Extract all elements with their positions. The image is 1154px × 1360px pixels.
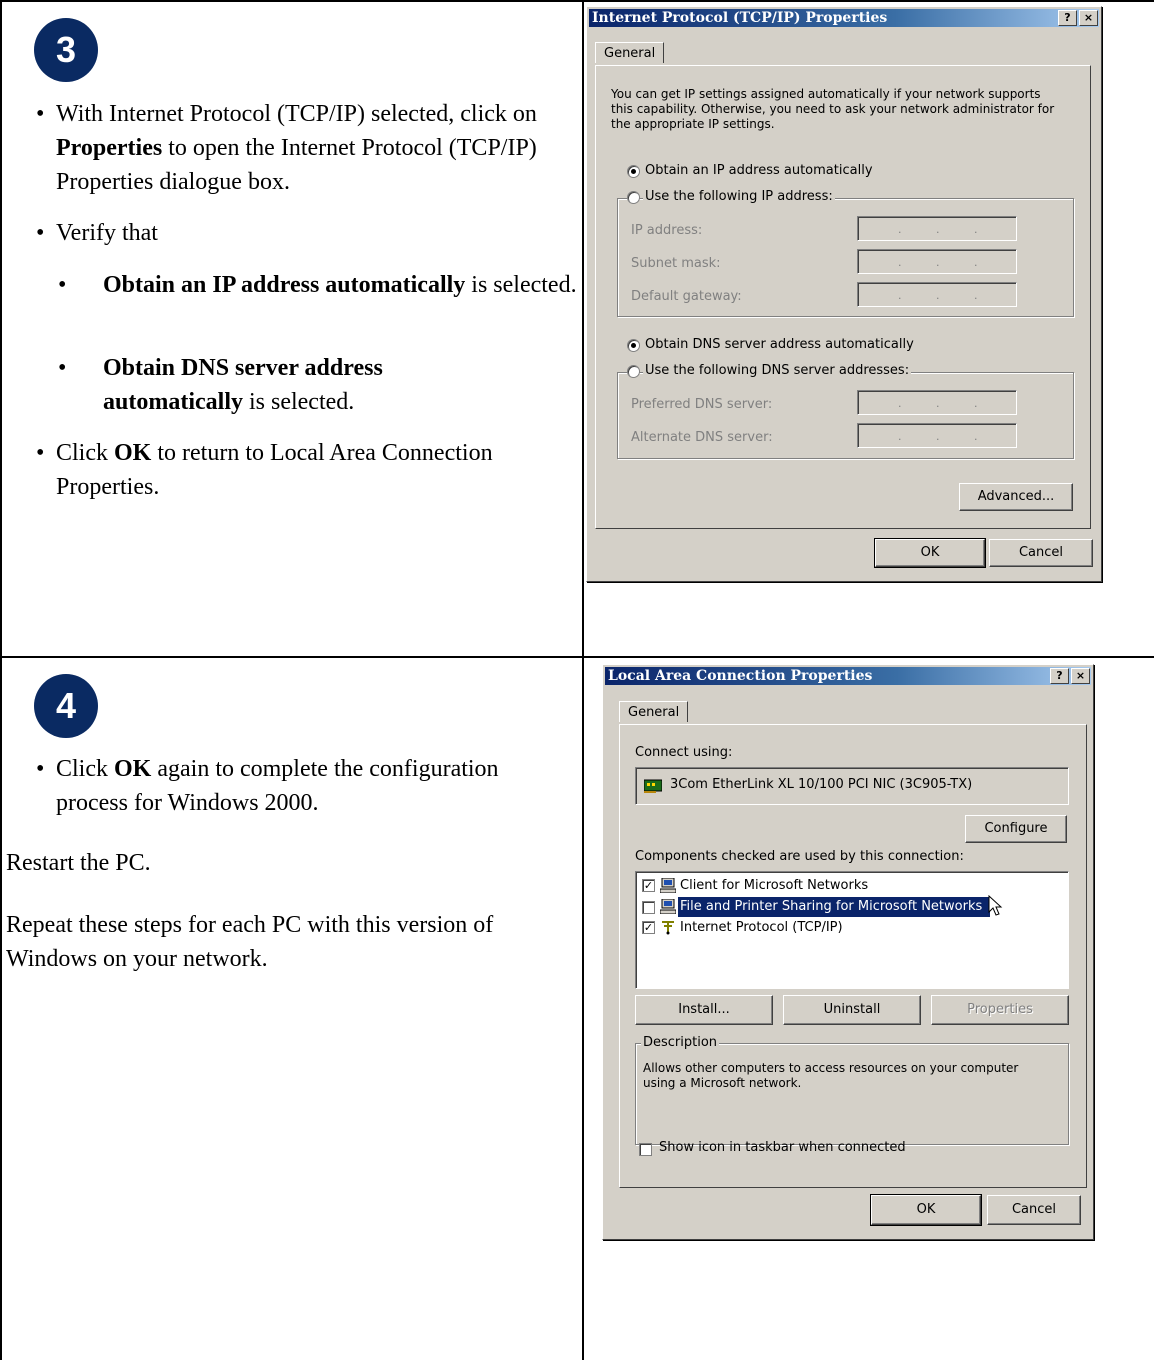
uninstall-button[interactable]: Uninstall [783, 995, 921, 1025]
tab-general[interactable]: General [595, 42, 665, 63]
components-label: Components checked are used by this conn… [635, 849, 964, 864]
network-adapter-icon [644, 779, 662, 793]
ip-address-field[interactable]: ... [857, 216, 1017, 241]
component-checkbox[interactable]: ✓ [642, 879, 655, 892]
adapter-box: 3Com EtherLink XL 10/100 PCI NIC (3C905-… [635, 767, 1069, 805]
default-gateway-field[interactable]: ... [857, 282, 1017, 307]
description-group [635, 1043, 1069, 1145]
protocol-icon [662, 921, 674, 935]
preferred-dns-label: Preferred DNS server: [631, 397, 773, 412]
install-button[interactable]: Install... [635, 995, 773, 1025]
component-label[interactable]: Client for Microsoft Networks [680, 878, 868, 893]
step-number-badge: 3 [34, 18, 98, 82]
step3-sub-bullet-ip: • Obtain an IP address automatically is … [58, 272, 577, 298]
component-label[interactable]: File and Printer Sharing for Microsoft N… [680, 899, 982, 914]
step3-bullet-verify: • Verify that [36, 220, 158, 246]
adapter-name: 3Com EtherLink XL 10/100 PCI NIC (3C905-… [670, 777, 973, 792]
connect-using-label: Connect using: [635, 745, 733, 760]
tab-general[interactable]: General [619, 701, 689, 722]
radio-obtain-dns-auto-label[interactable]: Obtain DNS server address automatically [645, 337, 914, 352]
mouse-cursor-icon [988, 895, 1003, 916]
component-checkbox[interactable] [642, 901, 655, 914]
preferred-dns-field[interactable]: ... [857, 390, 1017, 415]
default-gateway-label: Default gateway: [631, 289, 742, 304]
table-row-divider [0, 656, 1154, 658]
radio-use-static-dns[interactable] [627, 365, 640, 378]
table-border-left [0, 0, 2, 1360]
ok-button[interactable]: OK [874, 538, 986, 568]
close-button[interactable]: × [1071, 668, 1090, 684]
alternate-dns-label: Alternate DNS server: [631, 430, 773, 445]
radio-obtain-dns-auto[interactable] [627, 339, 640, 352]
step-number-badge: 4 [34, 674, 98, 738]
close-button[interactable]: × [1079, 10, 1098, 26]
radio-obtain-ip-auto-label[interactable]: Obtain an IP address automatically [645, 163, 873, 178]
table-border-top [0, 0, 1154, 2]
radio-obtain-ip-auto[interactable] [627, 165, 640, 178]
step3-bullet-properties: • With Internet Protocol (TCP/IP) select… [36, 101, 537, 195]
show-icon-checkbox[interactable] [639, 1143, 652, 1156]
step4-restart-text: Restart the PC. [6, 850, 151, 876]
radio-use-static-ip-label[interactable]: Use the following IP address: [643, 189, 835, 204]
list-item[interactable]: ✓ Client for Microsoft Networks [640, 877, 1064, 895]
dialog-title: Local Area Connection Properties [608, 668, 873, 684]
cancel-button[interactable]: Cancel [987, 1195, 1081, 1225]
intro-line: You can get IP settings assigned automat… [611, 87, 1041, 101]
configure-button[interactable]: Configure [965, 815, 1067, 843]
computer-icon [660, 878, 676, 893]
description-text: using a Microsoft network. [643, 1076, 802, 1090]
intro-line: this capability. Otherwise, you need to … [611, 102, 1055, 116]
help-button[interactable]: ? [1050, 668, 1069, 684]
help-button[interactable]: ? [1058, 10, 1077, 26]
cancel-button[interactable]: Cancel [989, 539, 1093, 567]
table-column-divider [582, 0, 584, 1360]
list-item[interactable]: File and Printer Sharing for Microsoft N… [640, 895, 1064, 917]
subnet-mask-field[interactable]: ... [857, 249, 1017, 274]
subnet-mask-label: Subnet mask: [631, 256, 721, 271]
components-list[interactable]: ✓ Client for Microsoft Networks File and… [635, 871, 1069, 989]
description-text: Allows other computers to access resourc… [643, 1061, 1019, 1075]
dialog-title: Internet Protocol (TCP/IP) Properties [592, 10, 888, 26]
step4-repeat-text: Repeat these steps for each PC with this… [6, 912, 494, 972]
component-label[interactable]: Internet Protocol (TCP/IP) [680, 920, 843, 935]
ip-address-label: IP address: [631, 223, 703, 238]
component-checkbox[interactable]: ✓ [642, 921, 655, 934]
alternate-dns-field[interactable]: ... [857, 423, 1017, 448]
show-icon-label[interactable]: Show icon in taskbar when connected [659, 1140, 906, 1155]
advanced-button[interactable]: Advanced... [959, 483, 1073, 511]
step3-sub-bullet-dns: • Obtain DNS server address automaticall… [58, 355, 383, 415]
dialog-title-bar: Local Area Connection Properties [605, 667, 1091, 685]
step4-bullet-ok: • Click OK again to complete the configu… [36, 756, 499, 816]
computer-icon [660, 899, 676, 914]
lan-properties-dialog: Local Area Connection Properties ? × Gen… [602, 664, 1094, 1240]
description-label: Description [641, 1035, 720, 1050]
intro-line: the appropriate IP settings. [611, 117, 775, 131]
list-item[interactable]: ✓ Internet Protocol (TCP/IP) [640, 919, 1064, 937]
tcpip-properties-dialog: Internet Protocol (TCP/IP) Properties ? … [586, 6, 1102, 582]
radio-use-static-ip[interactable] [627, 191, 640, 204]
step3-bullet-ok: • Click OK to return to Local Area Conne… [36, 440, 493, 500]
ok-button[interactable]: OK [870, 1194, 982, 1226]
properties-button[interactable]: Properties [931, 995, 1069, 1025]
dialog-title-bar: Internet Protocol (TCP/IP) Properties [589, 9, 1099, 27]
radio-use-static-dns-label[interactable]: Use the following DNS server addresses: [643, 363, 912, 378]
